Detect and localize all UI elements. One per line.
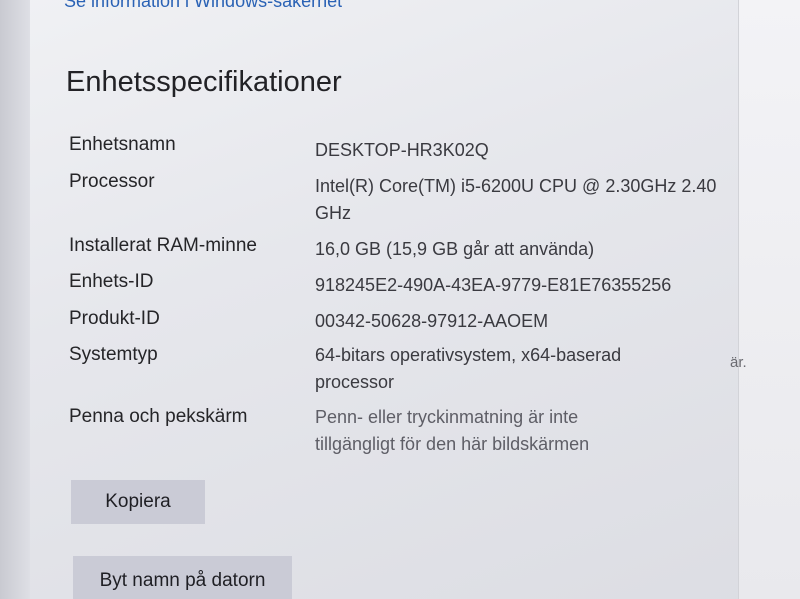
spec-label-ram: Installerat RAM-minne bbox=[69, 235, 257, 256]
navigation-edge bbox=[0, 0, 30, 599]
spec-value-pen-touch: Penn- eller tryckinmatning är inte tillg… bbox=[315, 407, 590, 454]
right-related-panel bbox=[738, 0, 800, 599]
spec-label-device-name: Enhetsnamn bbox=[69, 134, 176, 155]
spec-label-system-type: Systemtyp bbox=[69, 344, 158, 365]
rename-pc-button[interactable]: Byt namn på datorn bbox=[73, 556, 292, 599]
spec-value-device-id: 918245E2-490A-43EA-9779-E81E76355256 bbox=[315, 275, 672, 295]
page-title: Enhetsspecifikationer bbox=[66, 66, 342, 98]
related-text-fragment: är. bbox=[730, 354, 747, 371]
copy-button[interactable]: Kopiera bbox=[71, 480, 205, 524]
spec-label-device-id: Enhets-ID bbox=[69, 271, 154, 292]
spec-label-processor: Processor bbox=[69, 171, 155, 192]
spec-value-processor: Intel(R) Core(TM) i5-6200U CPU @ 2.30GHz… bbox=[315, 176, 717, 223]
spec-value-ram: 16,0 GB (15,9 GB går att använda) bbox=[315, 239, 595, 259]
settings-window: Se information i Windows-säkerhet Enhets… bbox=[0, 0, 800, 599]
windows-security-link[interactable]: Se information i Windows-säkerhet bbox=[64, 0, 342, 12]
spec-value-product-id: 00342-50628-97912-AAOEM bbox=[315, 311, 549, 331]
spec-value-device-name: DESKTOP-HR3K02Q bbox=[315, 140, 489, 160]
spec-label-product-id: Produkt-ID bbox=[69, 308, 160, 329]
spec-label-pen-touch: Penna och pekskärm bbox=[69, 406, 248, 427]
spec-value-system-type: 64-bitars operativsystem, x64-baserad pr… bbox=[315, 345, 622, 392]
